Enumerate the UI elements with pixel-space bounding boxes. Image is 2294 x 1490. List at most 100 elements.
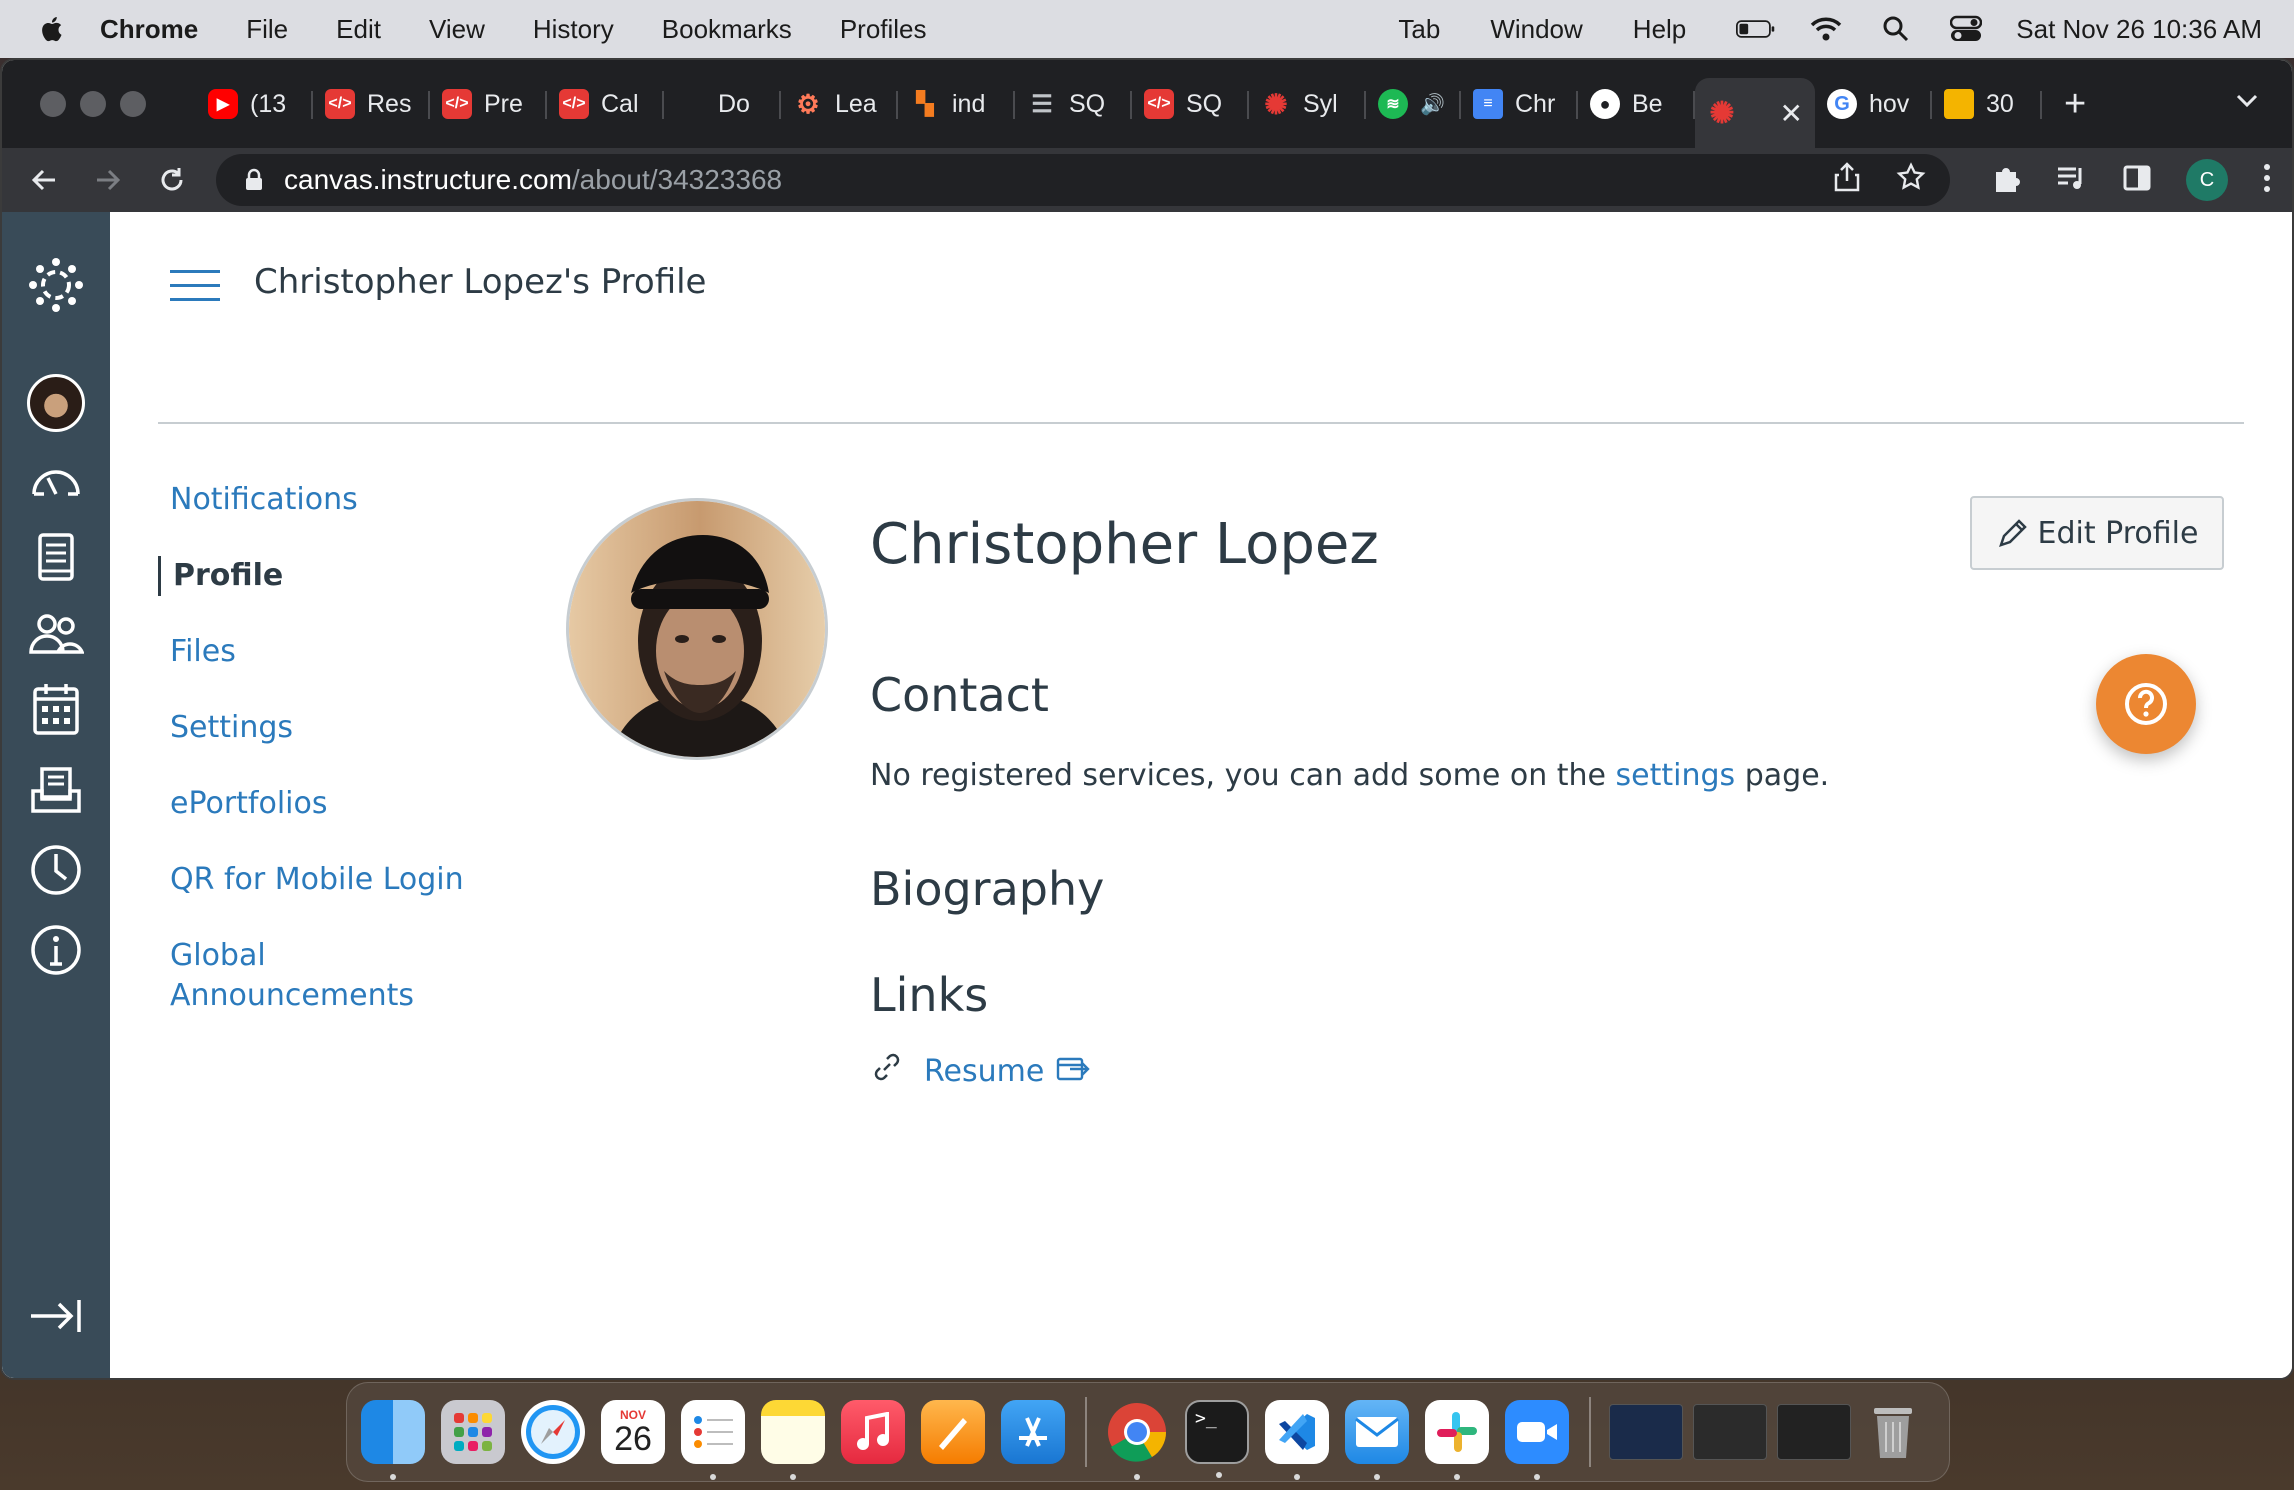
browser-tab[interactable]: ▶ (13 [196,73,313,135]
share-icon[interactable] [1834,161,1860,199]
notes-icon[interactable] [761,1400,825,1480]
battery-icon[interactable] [1736,14,1776,44]
youtube-icon: ▶ [208,89,238,119]
media-control-icon[interactable] [2056,164,2088,197]
chrome-window: ▶ (13 </> Res </> Pre </> Cal Do ⚙ Lea ▚ ind ☰… [0,58,2294,1380]
inbox-icon[interactable] [2,766,110,814]
help-info-icon[interactable] [2,924,110,976]
settings-link[interactable]: settings [1616,758,1736,793]
forward-arrow-icon[interactable] [86,158,130,202]
help-question-button[interactable] [2096,654,2196,754]
pages-icon[interactable] [921,1400,985,1464]
zoom-icon[interactable] [1505,1400,1569,1480]
browser-tab[interactable]: </> Pre [430,73,547,135]
browser-tab[interactable]: Ghov [1815,73,1932,135]
terminal-icon[interactable]: >_ [1185,1400,1249,1478]
dashboard-icon[interactable] [2,462,110,502]
subnav-global-announcements[interactable]: Global Announcements [158,936,414,1016]
canvas-icon: ✺ [1264,88,1288,120]
menu-window[interactable]: Window [1490,14,1582,45]
chrome-menu-kebab-icon[interactable] [2262,162,2272,199]
history-clock-icon[interactable] [2,844,110,896]
extensions-puzzle-icon[interactable] [1990,162,2022,199]
browser-tab[interactable]: ▚ ind [898,73,1015,135]
contact-text: No registered services, you can add some… [870,758,1829,793]
subnav-eportfolios[interactable]: ePortfolios [158,784,498,824]
finder-icon[interactable] [361,1400,425,1480]
calendar-app-icon[interactable]: NOV 26 [601,1400,665,1464]
subnav-files[interactable]: Files [158,632,498,672]
menu-bookmarks[interactable]: Bookmarks [662,14,792,45]
lock-icon[interactable] [244,168,264,192]
menu-view[interactable]: View [429,14,485,45]
minimized-window-chrome[interactable] [1777,1404,1851,1460]
trash-icon[interactable] [1861,1400,1925,1464]
side-panel-icon[interactable] [2122,163,2152,198]
menu-tab[interactable]: Tab [1398,14,1440,45]
tab-search-chevron-icon[interactable] [2234,88,2260,119]
browser-tab[interactable]: ☰ SQ [1015,73,1132,135]
subnav-notifications[interactable]: Notifications [158,480,498,520]
bookmark-star-icon[interactable] [1896,161,1926,199]
menu-file[interactable]: File [246,14,288,45]
minimize-window-button[interactable] [80,91,106,117]
menu-profiles[interactable]: Profiles [840,14,927,45]
pencil-icon [1998,519,2027,547]
groups-icon[interactable] [2,612,110,656]
resume-link[interactable]: Resume [924,1054,1044,1089]
minimized-window-notes[interactable] [1693,1404,1767,1460]
reload-icon[interactable] [150,158,194,202]
menu-help[interactable]: Help [1633,14,1686,45]
reminders-icon[interactable] [681,1400,745,1480]
wifi-icon[interactable] [1806,14,1846,44]
blank-icon [676,89,706,119]
chrome-icon[interactable] [1105,1400,1169,1480]
browser-tab[interactable]: 30 [1932,73,2042,135]
subnav-settings[interactable]: Settings [158,708,498,748]
new-tab-button[interactable]: + [2064,83,2086,126]
canvas-logo-icon[interactable] [2,256,110,314]
safari-icon[interactable] [521,1400,585,1464]
browser-profile-avatar[interactable]: C [2186,159,2228,201]
zoom-window-button[interactable] [120,91,146,117]
menubar-clock[interactable]: Sat Nov 26 10:36 AM [2016,14,2262,45]
browser-tab[interactable]: ≋ 🔊 [1366,73,1461,135]
minimized-window-vscode[interactable] [1609,1404,1683,1460]
account-avatar[interactable] [2,374,110,432]
browser-tab[interactable]: ⚙ Lea [781,73,898,135]
slack-icon[interactable] [1425,1400,1489,1480]
close-window-button[interactable] [40,91,66,117]
menu-app-name[interactable]: Chrome [100,14,198,45]
tab-label: Lea [835,89,877,118]
calendar-icon[interactable] [2,682,110,736]
browser-tab[interactable]: ● Be [1578,73,1695,135]
course-menu-hamburger-icon[interactable] [170,270,220,304]
browser-tab[interactable]: </> Res [313,73,430,135]
browser-tab[interactable]: </> Cal [547,73,664,135]
vscode-icon[interactable] [1265,1400,1329,1480]
expand-nav-arrow-icon[interactable] [2,1296,110,1336]
courses-icon[interactable] [2,532,110,582]
app-store-icon[interactable] [1001,1400,1065,1464]
close-tab-icon[interactable]: ✕ [1780,97,1803,130]
subnav-qr-mobile-login[interactable]: QR for Mobile Login [158,860,498,900]
browser-tab[interactable]: ≡ Chr [1461,73,1578,135]
menu-history[interactable]: History [533,14,614,45]
spotlight-search-icon[interactable] [1876,14,1916,44]
apple-logo-icon[interactable] [38,14,68,44]
edit-profile-button[interactable]: Edit Profile [1970,496,2224,570]
audio-playing-icon[interactable]: 🔊 [1420,92,1445,117]
browser-tab[interactable]: </> SQ [1132,73,1249,135]
music-icon[interactable] [841,1400,905,1464]
back-arrow-icon[interactable] [22,158,66,202]
browser-tab-active[interactable]: ✺ ✕ [1695,78,1815,148]
launchpad-icon[interactable] [441,1400,505,1464]
browser-tab[interactable]: ✺ Syl [1249,73,1366,135]
address-bar[interactable]: canvas.instructure.com/about/34323368 [216,154,1950,206]
code-shield-icon: </> [325,89,355,119]
mail-icon[interactable] [1345,1400,1409,1480]
browser-tab[interactable]: Do [664,73,781,135]
subnav-profile[interactable]: Profile [158,556,498,596]
menu-edit[interactable]: Edit [336,14,381,45]
control-center-icon[interactable] [1946,14,1986,44]
